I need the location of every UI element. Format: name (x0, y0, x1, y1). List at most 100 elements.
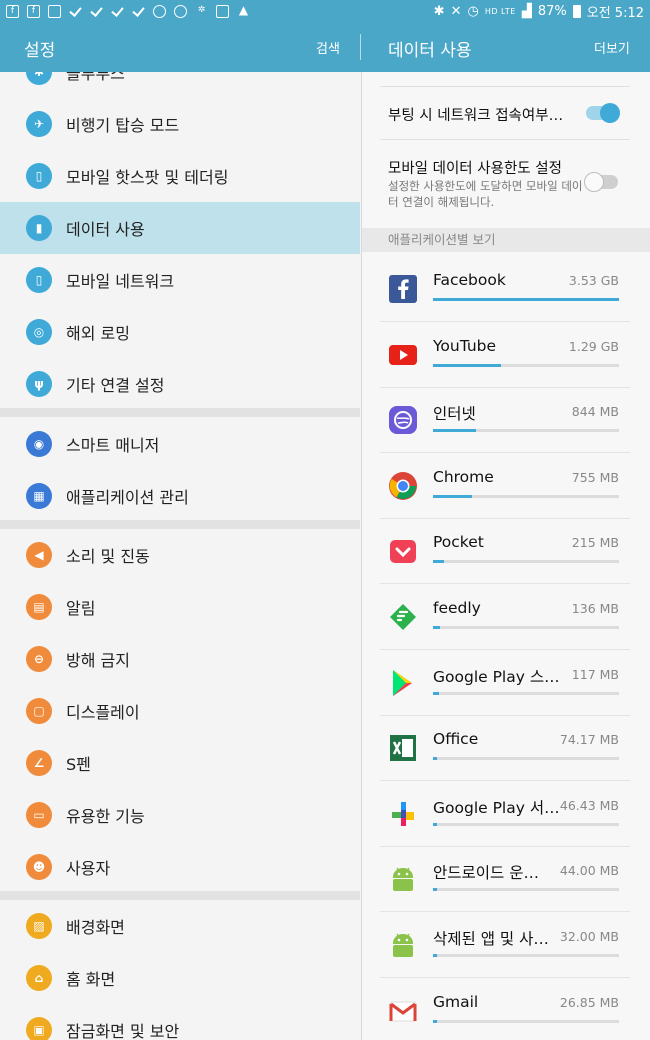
sidebar-item-label: 기타 연결 설정 (66, 376, 165, 395)
usage-bar (433, 494, 619, 498)
pocket-icon (388, 536, 418, 566)
sidebar-item-hotspot[interactable]: ▯ 모바일 핫스팟 및 테더링 (0, 150, 360, 202)
app-usage-row[interactable]: Office 74.17 MB (362, 716, 650, 782)
usage-bar (433, 888, 619, 892)
app-usage-row[interactable]: Gmail 26.85 MB (362, 979, 650, 1040)
facebook-notification-icon: f (6, 4, 19, 18)
check-icon (69, 5, 82, 18)
usage-bar-fill (433, 822, 437, 826)
sidebar-item-do-not-disturb[interactable]: ⊖ 방해 금지 (0, 633, 360, 685)
sidebar-item-more-connections[interactable]: ψ 기타 연결 설정 (0, 358, 360, 410)
more-button[interactable]: 더보기 (594, 38, 630, 57)
app-data-size: 136 MB (571, 601, 619, 616)
usage-bar-fill (433, 954, 437, 957)
sidebar-item-users[interactable]: ☻ 사용자 (0, 841, 360, 893)
signal-icon: ▟ (521, 3, 532, 19)
app-usage-row[interactable]: Facebook 3.53 GB (362, 257, 650, 322)
sidebar-item-airplane-mode[interactable]: ✈ 비행기 탑승 모드 (0, 98, 360, 150)
sidebar-item-label: S펜 (66, 755, 91, 774)
app-usage-row[interactable]: feedly 136 MB (362, 585, 650, 650)
check-icon (90, 5, 103, 18)
app-usage-row[interactable]: 삭제된 앱 및 사… 32.00 MB (362, 913, 650, 978)
useful-features-icon: ▭ (26, 802, 52, 828)
sidebar-item-sound[interactable]: ◀ 소리 및 진동 (0, 529, 360, 581)
sidebar-item-data-usage[interactable]: ▮ 데이터 사용 (0, 202, 360, 254)
app-data-size: 215 MB (571, 535, 619, 551)
mobile-network-icon: ▯ (26, 267, 52, 293)
app-data-size: 117 MB (571, 666, 619, 682)
mute-status-icon: ✕ (450, 3, 462, 19)
sidebar-item-useful-features[interactable]: ▭ 유용한 기능 (0, 789, 360, 841)
section-divider (0, 408, 360, 417)
sidebar-item-lock-security[interactable]: ▣ 잠금화면 및 보안 (0, 1004, 360, 1040)
sidebar-item-label: 홈 화면 (66, 970, 116, 989)
app-usage-row[interactable]: Pocket 215 MB (362, 519, 650, 585)
chrome-icon (388, 471, 418, 501)
usage-bar-fill (433, 298, 619, 301)
sidebar-item-roaming[interactable]: ◎ 해외 로밍 (0, 306, 360, 358)
notification-icons: f f ✲ ▲ (6, 2, 250, 18)
data-usage-icon: ▮ (26, 215, 52, 241)
more-connections-icon: ψ (26, 371, 52, 397)
app-data-size: 32.00 MB (559, 929, 619, 944)
users-icon: ☻ (26, 854, 52, 880)
sidebar-item-label: 잠금화면 및 보안 (66, 1022, 180, 1040)
sidebar-item-wallpaper[interactable]: ▨ 배경화면 (0, 900, 360, 952)
data-limit-description: 설정한 사용한도에 도달하면 모바일 데이터 연결이 해제됩니다. (388, 179, 583, 209)
app-name: 삭제된 앱 및 사… (433, 930, 549, 948)
usage-bar-fill (433, 363, 501, 367)
sidebar-item-s-pen[interactable]: ∠ S펜 (0, 737, 360, 789)
app-name: YouTube (433, 336, 497, 355)
sidebar-item-label: 블루투스 (66, 72, 125, 83)
sidebar-item-notifications[interactable]: ▤ 알림 (0, 581, 360, 633)
sidebar-item-smart-manager[interactable]: ◉ 스마트 매니저 (0, 418, 360, 470)
sidebar-item-display[interactable]: ▢ 디스플레이 (0, 685, 360, 737)
search-button[interactable]: 검색 (316, 38, 340, 57)
app-usage-row[interactable]: Google Play 서… 46.43 MB (362, 782, 650, 847)
sidebar-item-mobile-network[interactable]: ▯ 모바일 네트워크 (0, 254, 360, 306)
data-limit-toggle[interactable] (584, 172, 618, 192)
sidebar-item-label: 모바일 핫스팟 및 테더링 (66, 168, 229, 187)
sound-icon: ◀ (26, 542, 52, 568)
usage-bar (433, 429, 619, 433)
google-play-services-icon (388, 799, 418, 829)
app-name: Gmail (433, 992, 479, 1011)
android-icon (388, 930, 418, 960)
app-usage-row[interactable]: Chrome 755 MB (362, 454, 650, 519)
sidebar-item-label: 모바일 네트워크 (66, 272, 175, 291)
app-usage-row[interactable]: Google Play 스… 117 MB (362, 651, 650, 716)
warning-icon: ▲ (238, 2, 249, 17)
usage-bar (433, 822, 619, 826)
sidebar-item-bluetooth[interactable]: ✱ 블루투스 (0, 72, 360, 98)
app-usage-row[interactable]: YouTube 1.29 GB (362, 323, 650, 388)
toggle-knob (600, 103, 620, 123)
bluetooth-status-icon: ✱ (433, 3, 445, 19)
usage-bar (433, 757, 619, 761)
usage-bar-fill (433, 429, 476, 433)
smart-manager-icon: ◉ (26, 431, 52, 457)
sidebar-item-label: 스마트 매니저 (66, 436, 160, 455)
facebook-notification-icon: f (27, 4, 40, 18)
app-usage-row[interactable]: 인터넷 844 MB (362, 388, 650, 454)
facebook-icon (388, 274, 418, 304)
per-app-section-header: 애플리케이션별 보기 (362, 228, 650, 252)
sidebar-item-home-screen[interactable]: ⌂ 홈 화면 (0, 952, 360, 1004)
usage-bar (433, 1019, 619, 1023)
page-title: 데이터 사용 (388, 41, 472, 61)
app-name: Facebook (433, 271, 506, 289)
sidebar-item-label: 배경화면 (66, 918, 125, 937)
row-divider (380, 86, 630, 87)
data-usage-panel: 부팅 시 네트워크 접속여부… 모바일 데이터 사용한도 설정 설정한 사용한도… (361, 72, 650, 1040)
data-limit-title[interactable]: 모바일 데이터 사용한도 설정 (388, 157, 562, 178)
app-usage-row[interactable]: 안드로이드 운… 44.00 MB (362, 847, 650, 913)
usage-bar-fill (433, 1019, 437, 1023)
sidebar-item-label: 비행기 탑승 모드 (66, 116, 180, 135)
sidebar-item-app-manager[interactable]: ▦ 애플리케이션 관리 (0, 470, 360, 522)
app-name: 인터넷 (433, 405, 476, 424)
app-data-size: 755 MB (571, 469, 619, 485)
app-name: Google Play 스… (433, 667, 560, 686)
feedly-icon (388, 602, 418, 632)
network-type: HD LTE (484, 6, 516, 16)
boot-network-toggle[interactable] (586, 103, 620, 123)
sync-notification-icon (174, 4, 187, 18)
